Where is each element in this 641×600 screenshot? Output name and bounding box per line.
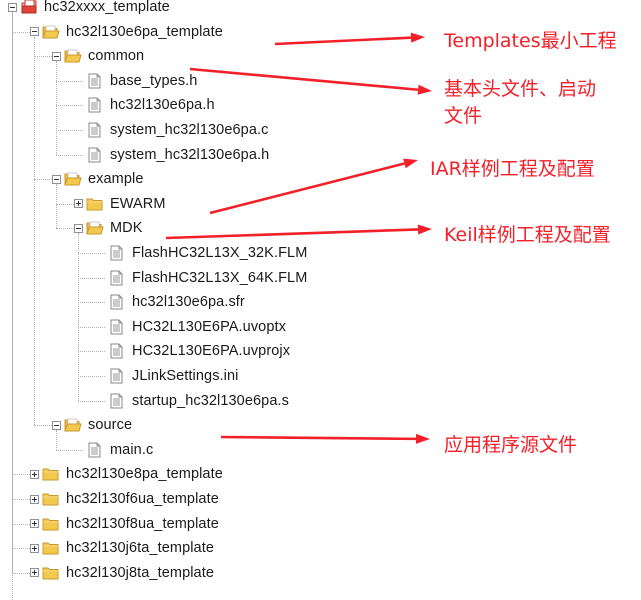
arrow-common xyxy=(189,67,432,95)
annotation-source: 应用程序源文件 xyxy=(444,434,578,456)
annotation-common-line1: 基本头文件、启动 xyxy=(444,78,597,100)
annotation-keil: Keil样例工程及配置 xyxy=(444,224,611,246)
arrow-source xyxy=(220,433,430,444)
annotation-common-line2: 文件 xyxy=(444,105,483,127)
arrow-iar xyxy=(209,158,418,215)
annotation-templates: Templates最小工程 xyxy=(444,30,617,52)
arrow-keil xyxy=(165,224,432,240)
arrow-templates xyxy=(274,32,425,46)
annotation-iar: IAR样例工程及配置 xyxy=(430,158,595,180)
